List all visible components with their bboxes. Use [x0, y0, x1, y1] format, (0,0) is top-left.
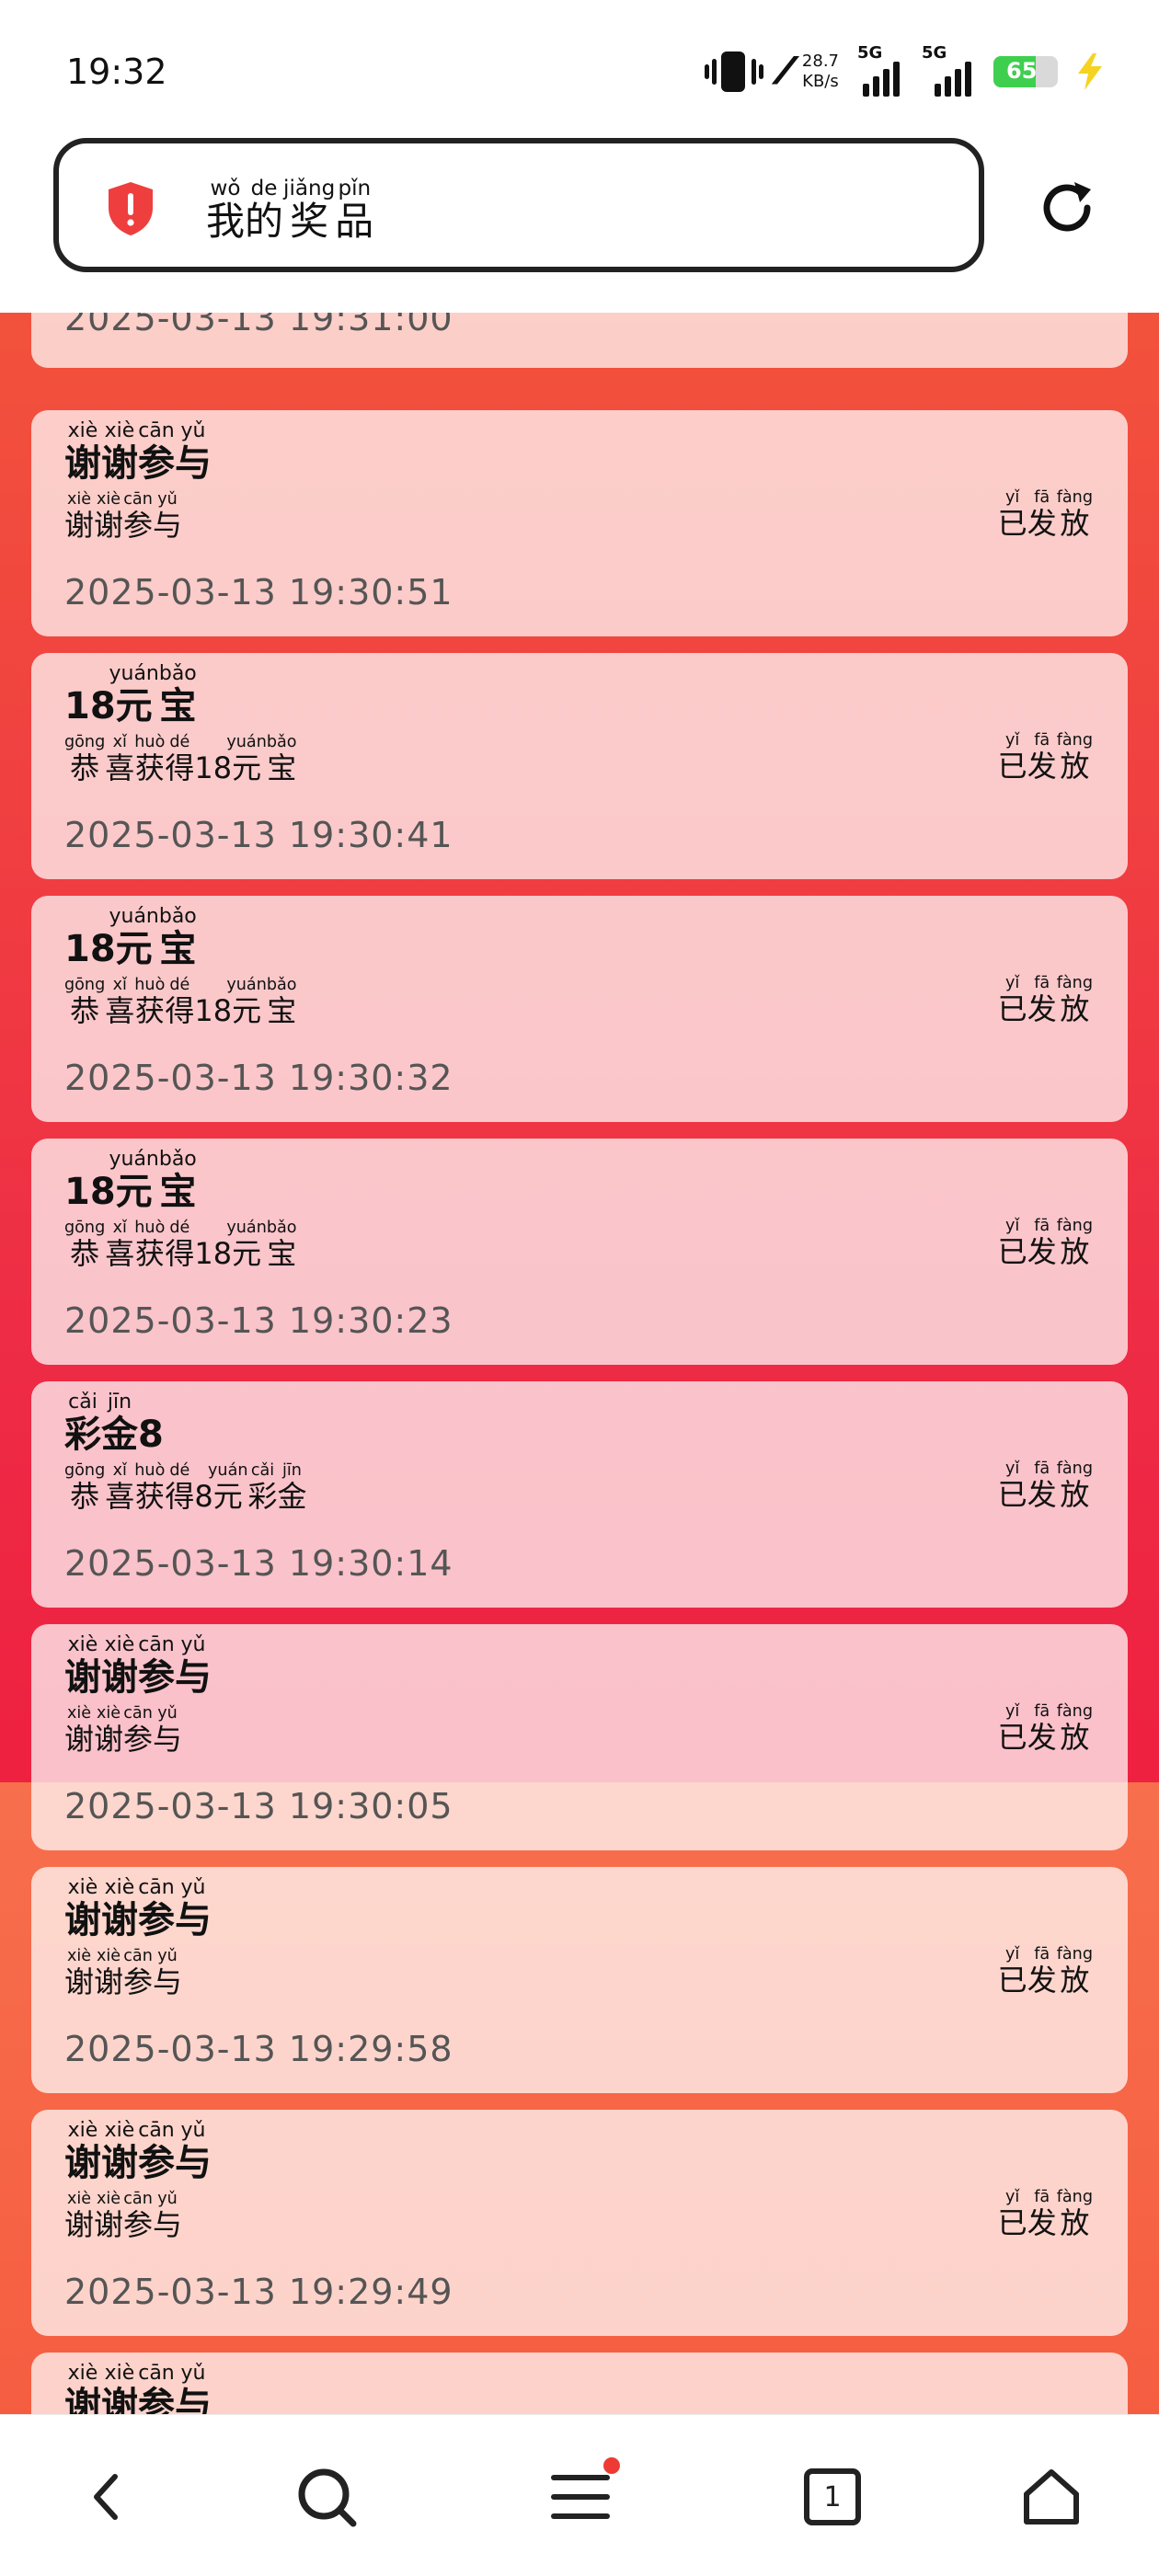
chevron-left-icon [94, 2474, 118, 2520]
prize-title: 谢xiè谢xiè参cān与yǔ [64, 419, 212, 485]
prize-card[interactable]: 谢xiè谢xiè参cān与yǔ 谢xiè谢xiè参cān与yǔ 已yǐ发fā放fàn… [31, 410, 1128, 636]
signal-label-2: 5G [922, 43, 947, 63]
prize-card[interactable]: 谢xiè谢xiè参cān与yǔ [31, 2353, 1128, 2414]
prize-title: 18元yuán宝bǎo [64, 1148, 197, 1213]
prize-status: 已yǐ发fā放fàng [997, 488, 1093, 541]
prize-time: 2025-03-13 19:30:32 [64, 1058, 453, 1098]
prize-card[interactable]: 谢xiè谢xiè参cān与yǔ 谢xiè谢xiè参cān与yǔ 已yǐ发fā放fàn… [31, 1867, 1128, 2093]
charging-icon [1078, 53, 1102, 90]
tabs-button[interactable]: 1 [791, 2456, 874, 2538]
prize-time: 2025-03-13 19:30:14 [64, 1543, 453, 1584]
home-icon [1024, 2469, 1079, 2524]
prize-status: 已yǐ发fā放fàng [997, 2188, 1093, 2240]
network-speed: 28.7 KB/s [802, 52, 839, 92]
back-button[interactable] [66, 2456, 149, 2538]
notification-dot [603, 2457, 620, 2474]
prize-time: 2025-03-13 19:29:49 [64, 2272, 453, 2312]
prize-list[interactable]: 2025-03-13 19:31:00 谢xiè谢xiè参cān与yǔ 谢xiè谢x… [0, 313, 1159, 2414]
prize-card[interactable]: 2025-03-13 19:31:00 [31, 313, 1128, 368]
page-header: 我wǒ的de奖jiǎng品pǐn [0, 138, 1159, 313]
prize-status: 已yǐ发fā放fàng [997, 1702, 1093, 1755]
prize-card[interactable]: 18元yuán宝bǎo 恭gōng喜xǐ获huò得dé18元yuán宝bǎo 已yǐ… [31, 896, 1128, 1122]
prize-title: 谢xiè谢xiè参cān与yǔ [64, 2119, 212, 2184]
prize-time: 2025-03-13 19:30:23 [64, 1300, 453, 1341]
signal-icon-2: 5G [922, 43, 975, 97]
prize-card[interactable]: 18元yuán宝bǎo 恭gōng喜xǐ获huò得dé18元yuán宝bǎo 已yǐ… [31, 653, 1128, 879]
nfc-icon: ⁄⁄⁄ [781, 51, 789, 93]
refresh-icon[interactable] [1034, 175, 1100, 241]
prize-title: 18元yuán宝bǎo [64, 662, 197, 727]
clock: 19:32 [66, 52, 167, 92]
prize-description: 恭gōng喜xǐ获huò得dé18元yuán宝bǎo [64, 976, 297, 1028]
prize-description: 恭gōng喜xǐ获huò得dé18元yuán宝bǎo [64, 733, 297, 785]
menu-icon [551, 2475, 610, 2519]
home-button[interactable] [1010, 2456, 1093, 2538]
search-button[interactable] [285, 2456, 368, 2538]
title-bar: 我wǒ的de奖jiǎng品pǐn [53, 138, 984, 272]
prize-card[interactable]: 彩cǎi金jīn8 恭gōng喜xǐ获huò得dé8元yuán彩cǎi金jīn 已y… [31, 1381, 1128, 1608]
prize-time: 2025-03-13 19:30:51 [64, 572, 453, 613]
prize-description: 谢xiè谢xiè参cān与yǔ [64, 1947, 183, 1999]
prize-title: 彩cǎi金jīn8 [64, 1391, 164, 1456]
battery-level: 65 [1006, 58, 1038, 84]
prize-status: 已yǐ发fā放fàng [997, 1217, 1093, 1269]
prize-description: 谢xiè谢xiè参cān与yǔ [64, 1704, 183, 1757]
prize-time: 2025-03-13 19:31:00 [64, 313, 453, 338]
prize-description: 谢xiè谢xiè参cān与yǔ [64, 2190, 183, 2242]
signal-icon-1: 5G [857, 43, 903, 97]
prize-card[interactable]: 18元yuán宝bǎo 恭gōng喜xǐ获huò得dé18元yuán宝bǎo 已yǐ… [31, 1139, 1128, 1365]
prize-description: 恭gōng喜xǐ获huò得dé18元yuán宝bǎo [64, 1219, 297, 1271]
prize-description: 谢xiè谢xiè参cān与yǔ [64, 490, 183, 543]
prize-title: 谢xiè谢xiè参cān与yǔ [64, 1876, 212, 1941]
prize-title: 谢xiè谢xiè参cān与yǔ [64, 2362, 212, 2414]
network-speed-value: 28.7 [801, 52, 839, 71]
search-icon [298, 2468, 357, 2527]
prize-status: 已yǐ发fā放fàng [997, 974, 1093, 1026]
prize-description: 恭gōng喜xǐ获huò得dé8元yuán彩cǎi金jīn [64, 1461, 307, 1514]
page-title: 我wǒ的de奖jiǎng品pǐn [206, 177, 374, 244]
signal-label-1: 5G [857, 43, 883, 63]
prize-card[interactable]: 谢xiè谢xiè参cān与yǔ 谢xiè谢xiè参cān与yǔ 已yǐ发fā放fàn… [31, 2110, 1128, 2336]
prize-status: 已yǐ发fā放fàng [997, 1460, 1093, 1512]
status-bar: 19:32 ⁄⁄⁄ 28.7 KB/s 5G 5G 65 [0, 0, 1159, 138]
prize-status: 已yǐ发fā放fàng [997, 1945, 1093, 1998]
shield-alert-icon [109, 182, 153, 235]
battery-icon: 65 [993, 56, 1058, 87]
tabs-icon [804, 2468, 861, 2525]
menu-button[interactable] [539, 2456, 622, 2538]
prize-time: 2025-03-13 19:29:58 [64, 2029, 453, 2069]
network-speed-unit: KB/s [802, 72, 839, 91]
vibrate-icon [704, 52, 763, 92]
status-icons: ⁄⁄⁄ 28.7 KB/s 5G 5G 65 [704, 43, 1104, 97]
prize-status: 已yǐ发fā放fàng [997, 731, 1093, 784]
prize-card[interactable]: 谢xiè谢xiè参cān与yǔ 谢xiè谢xiè参cān与yǔ 已yǐ发fā放fàn… [31, 1624, 1128, 1850]
prize-time: 2025-03-13 19:30:05 [64, 1786, 453, 1826]
bottom-navigation: 1 [0, 2414, 1159, 2576]
prize-title: 谢xiè谢xiè参cān与yǔ [64, 1633, 212, 1699]
prize-title: 18元yuán宝bǎo [64, 905, 197, 970]
prize-time: 2025-03-13 19:30:41 [64, 815, 453, 855]
